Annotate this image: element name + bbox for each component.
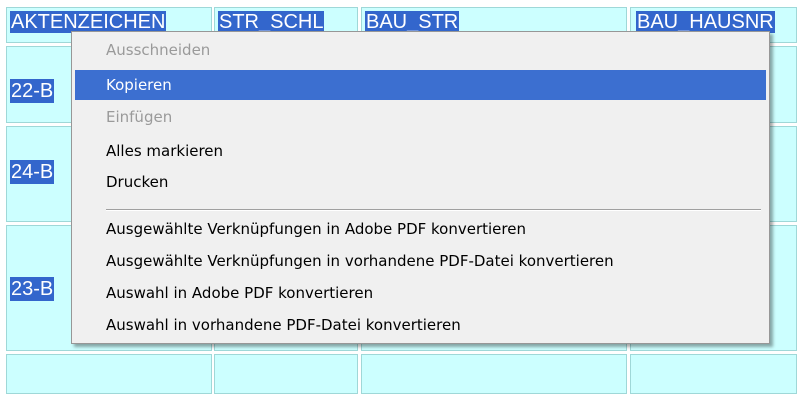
- row-label: 22-B: [10, 79, 55, 103]
- menu-item-einfuegen[interactable]: Einfügen: [75, 102, 766, 132]
- table-cell[interactable]: [630, 354, 797, 394]
- header-label: BAU_STR: [365, 11, 460, 33]
- menu-item-drucken[interactable]: Drucken: [75, 167, 766, 197]
- menu-item-verknuepfungen-vorhandene-pdf[interactable]: Ausgewählte Verknüpfungen in vorhandene …: [75, 246, 766, 276]
- menu-item-verknuepfungen-adobe-pdf[interactable]: Ausgewählte Verknüpfungen in Adobe PDF k…: [75, 214, 766, 244]
- menu-separator: [106, 209, 761, 211]
- menu-item-auswahl-adobe-pdf[interactable]: Auswahl in Adobe PDF konvertieren: [75, 278, 766, 308]
- row-label: 23-B: [10, 277, 55, 301]
- row-label: 24-B: [10, 160, 55, 184]
- header-label: BAU_HAUSNR: [636, 11, 775, 33]
- table-cell[interactable]: [361, 354, 627, 394]
- menu-item-ausschneiden[interactable]: Ausschneiden: [75, 35, 766, 65]
- table-cell[interactable]: [214, 354, 358, 394]
- menu-item-kopieren[interactable]: Kopieren: [75, 70, 766, 100]
- context-menu: Ausschneiden Kopieren Einfügen Alles mar…: [71, 31, 770, 344]
- table-cell[interactable]: [6, 354, 212, 394]
- menu-item-auswahl-vorhandene-pdf[interactable]: Auswahl in vorhandene PDF-Datei konverti…: [75, 310, 766, 340]
- header-label: STR_SCHL: [218, 11, 325, 33]
- header-label: AKTENZEICHEN: [10, 11, 167, 33]
- menu-item-alles-markieren[interactable]: Alles markieren: [75, 136, 766, 166]
